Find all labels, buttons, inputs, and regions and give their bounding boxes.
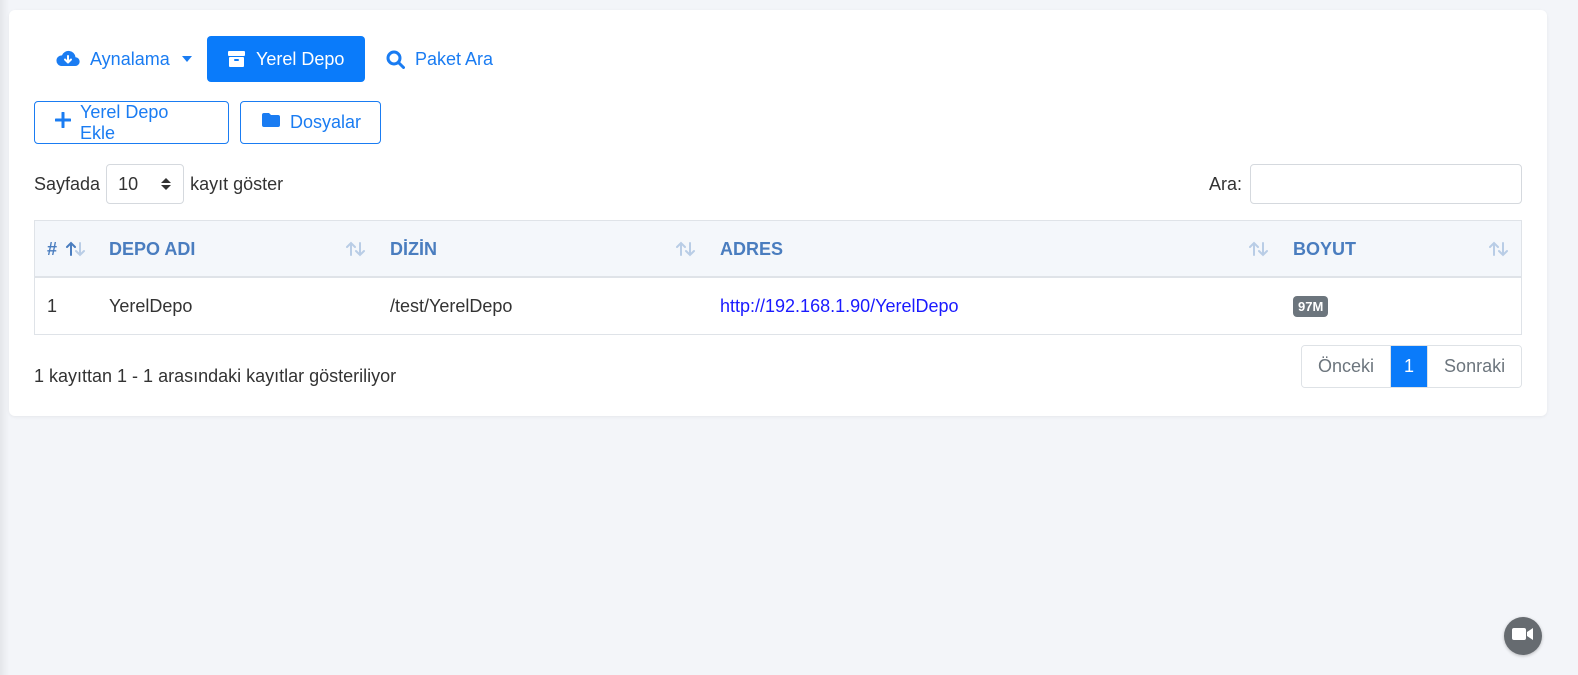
pagination-prev[interactable]: Önceki (1302, 346, 1391, 387)
row-address: http://192.168.1.90/YerelDepo (720, 278, 959, 334)
page-length-select[interactable]: 10 (106, 164, 185, 204)
tab-mirror-label: Aynalama (90, 48, 170, 69)
column-header-index[interactable]: # (47, 221, 57, 278)
folder-icon (261, 112, 281, 133)
tab-package-search-label: Paket Ara (415, 48, 494, 69)
page-length-value: 10 (118, 173, 139, 194)
files-button[interactable]: Dosyalar (240, 101, 381, 144)
cloud-download-icon (56, 50, 80, 68)
table-info: 1 kayıttan 1 - 1 arasındaki kayıtlar gös… (34, 365, 397, 386)
row-directory: /test/YerelDepo (390, 295, 513, 316)
chevron-down-icon (181, 56, 192, 62)
files-label: Dosyalar (290, 112, 362, 132)
page-length-control: Sayfada 10 kayıt göster (34, 164, 283, 204)
page-length-prefix: Sayfada (34, 173, 101, 194)
add-local-repo-button[interactable]: Yerel Depo Ekle (34, 101, 229, 144)
column-header-address[interactable]: ADRES (720, 221, 783, 278)
page-edge-shade (0, 0, 9, 675)
add-local-repo-label: Yerel Depo Ekle (80, 101, 169, 143)
column-header-repo-name[interactable]: DEPO ADI (109, 221, 195, 278)
column-header-directory[interactable]: DİZİN (390, 221, 437, 278)
video-camera-icon (1512, 627, 1534, 646)
table-row: 1 YerelDepo /test/YerelDepo http://192.1… (35, 278, 1521, 334)
tab-mirror[interactable]: Aynalama (36, 36, 212, 82)
box-icon (227, 50, 246, 68)
local-repo-card: Aynalama Yerel Depo Paket Ara Yerel Depo… (9, 10, 1547, 416)
row-index: 1 (47, 295, 58, 316)
pagination-next[interactable]: Sonraki (1427, 346, 1522, 387)
tab-local-repo[interactable]: Yerel Depo (207, 36, 365, 82)
tab-package-search[interactable]: Paket Ara (366, 36, 513, 82)
repo-table: # DEPO ADI DİZİN ADRES BOYUT 1 YerelDepo… (34, 220, 1522, 335)
sort-icon (675, 240, 697, 263)
row-size: 97M (1293, 278, 1329, 334)
search-input[interactable] (1250, 164, 1523, 204)
table-search: Ara: (1209, 164, 1523, 204)
search-icon (386, 50, 405, 69)
tab-local-repo-label: Yerel Depo (256, 48, 345, 69)
column-header-size[interactable]: BOYUT (1293, 221, 1356, 278)
sort-asc-icon (65, 240, 87, 263)
size-badge: 97M (1293, 295, 1329, 317)
row-repo-name: YerelDepo (109, 295, 193, 316)
sort-icon (1248, 240, 1270, 263)
search-label: Ara: (1209, 173, 1243, 194)
plus-icon (54, 111, 72, 133)
table-header: # DEPO ADI DİZİN ADRES BOYUT (35, 221, 1521, 278)
select-arrows-icon (161, 178, 172, 190)
video-camera-button[interactable] (1504, 617, 1542, 655)
pagination-page[interactable]: 1 (1390, 346, 1428, 387)
sort-icon (345, 240, 367, 263)
pagination: Önceki 1 Sonraki (1301, 345, 1523, 388)
page-length-suffix: kayıt göster (190, 173, 284, 194)
row-address-link[interactable]: http://192.168.1.90/YerelDepo (720, 296, 959, 317)
sort-icon (1488, 240, 1510, 263)
